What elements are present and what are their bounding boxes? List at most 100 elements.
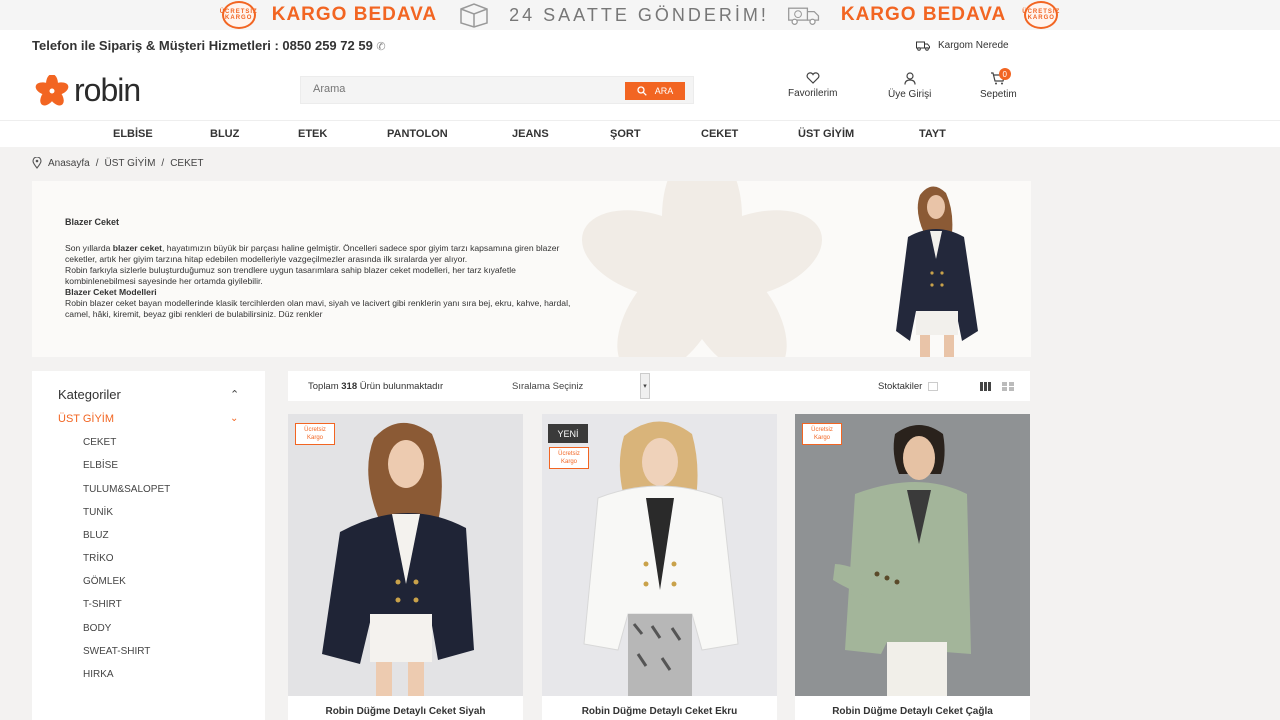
hero-paragraph-1: Son yıllarda blazer ceket, hayatımızın b… <box>65 243 585 265</box>
promo-24h-text: 24 SAATTE GÖNDERİM! <box>509 4 769 25</box>
sidebar-item-hirka[interactable]: HIRKA <box>83 669 114 680</box>
hero-p1-pre: Son yıllarda <box>65 243 113 253</box>
in-stock-label: Stoktakiler <box>878 381 923 392</box>
product-name[interactable]: Robin Düğme Detaylı Ceket Siyah <box>288 706 523 717</box>
in-stock-checkbox[interactable] <box>928 382 939 391</box>
cart-label: Sepetim <box>980 89 1017 100</box>
info-bar: Telefon ile Sipariş & Müşteri Hizmetleri… <box>0 30 1280 62</box>
category-hero: Blazer Ceket Son yıllarda blazer ceket, … <box>32 181 1031 357</box>
logo-text: robin <box>74 72 141 108</box>
user-icon <box>904 72 916 85</box>
sidebar-item-tulum-salopet[interactable]: TULUM&SALOPET <box>83 484 170 495</box>
cart-count-badge: 0 <box>998 68 1011 80</box>
total-prefix: Toplam <box>308 381 339 392</box>
sidebar-item-triko[interactable]: TRİKO <box>83 553 114 564</box>
main-nav: ELBİSE BLUZ ETEK PANTOLON JEANS ŞORT CEK… <box>0 120 1280 147</box>
promo-24h: 24 SAATTE GÖNDERİM! <box>457 2 821 28</box>
hero-title: Blazer Ceket <box>65 217 120 227</box>
site-header: robin ARA Favorilerim Üye Girişi 0 <box>0 62 1280 120</box>
sidebar-item-ust-giyim[interactable]: ÜST GİYİM <box>58 413 114 425</box>
breadcrumb-ceket: CEKET <box>170 157 204 169</box>
promo-kargo-text: KARGO BEDAVA <box>271 4 438 25</box>
nav-item-etek[interactable]: ETEK <box>298 128 327 140</box>
track-order-link[interactable]: Kargom Nerede <box>916 40 1009 51</box>
favorites-label: Favorilerim <box>788 88 838 99</box>
product-card[interactable]: Ücretsiz Kargo Robin Düğme Detaylı Ceket… <box>288 414 523 720</box>
phone-info: Telefon ile Sipariş & Müşteri Hizmetleri… <box>32 38 386 53</box>
sort-select[interactable]: Sıralama Seçiniz ▾ <box>504 371 650 401</box>
nav-item-sort[interactable]: ŞORT <box>610 128 641 140</box>
nav-item-bluz[interactable]: BLUZ <box>210 128 239 140</box>
delivery-truck-icon <box>787 7 819 25</box>
login-label: Üye Girişi <box>888 89 932 100</box>
flower-logo-icon <box>35 74 69 105</box>
total-suffix: Ürün bulunmaktadır <box>359 381 444 392</box>
sidebar-item-ceket[interactable]: CEKET <box>83 437 116 448</box>
favorites-button[interactable]: Favorilerim <box>788 72 837 99</box>
breadcrumb-home[interactable]: Anasayfa <box>48 158 90 169</box>
category-sidebar: Kategoriler ⌃ ÜST GİYİM ⌄ CEKET ELBİSE T… <box>32 371 265 720</box>
sidebar-item-bluz[interactable]: BLUZ <box>83 530 109 541</box>
nav-item-ceket[interactable]: CEKET <box>701 128 738 140</box>
product-card[interactable]: Ücretsiz Kargo Robin Düğme Detaylı Ceket… <box>795 414 1030 720</box>
list-view-icon[interactable] <box>1002 382 1014 391</box>
search-button[interactable]: ARA <box>625 82 685 100</box>
breadcrumb-separator: / <box>161 157 165 169</box>
product-image[interactable] <box>795 414 1030 696</box>
search-input[interactable] <box>313 83 613 95</box>
free-shipping-badge-icon: ÜCRETSİZ KARGO <box>1022 1 1059 29</box>
breadcrumb: Anasayfa / ÜST GİYİM / CEKET <box>32 157 204 169</box>
heart-icon <box>806 72 820 84</box>
truck-icon <box>916 41 930 51</box>
cart-button[interactable]: 0 Sepetim <box>980 68 1017 100</box>
sort-label: Sıralama Seçiniz <box>512 381 584 392</box>
free-shipping-badge-icon: ÜCRETSİZ KARGO <box>220 1 257 29</box>
location-pin-icon <box>32 157 42 169</box>
product-name[interactable]: Robin Düğme Detaylı Ceket Ekru <box>542 706 777 717</box>
breadcrumb-separator: / <box>95 157 99 169</box>
total-count: 318 <box>341 381 358 392</box>
nav-item-ust-giyim[interactable]: ÜST GİYİM <box>798 128 854 140</box>
product-toolbar: Toplam 318 Ürün bulunmaktadır Sıralama S… <box>288 371 1030 401</box>
hero-description: Blazer Ceket Son yıllarda blazer ceket, … <box>65 217 585 320</box>
grid-view-icon[interactable] <box>980 382 991 391</box>
robin-logo[interactable]: robin <box>32 72 141 109</box>
login-button[interactable]: Üye Girişi <box>888 72 931 100</box>
track-order-label: Kargom Nerede <box>938 40 1009 51</box>
sidebar-item-t-shirt[interactable]: T-SHIRT <box>83 599 122 610</box>
sidebar-item-gomlek[interactable]: GÖMLEK <box>83 576 126 587</box>
chevron-down-icon[interactable]: ⌄ <box>230 413 238 424</box>
free-shipping-badge: Ücretsiz Kargo <box>802 423 842 445</box>
promo-kargo-text: KARGO BEDAVA <box>840 4 1007 25</box>
free-shipping-badge: Ücretsiz Kargo <box>549 447 589 469</box>
sidebar-item-body[interactable]: BODY <box>83 623 111 634</box>
hero-p1-bold: blazer ceket <box>112 243 162 253</box>
promo-banner: ÜCRETSİZ KARGO KARGO BEDAVA 24 SAATTE GÖ… <box>0 0 1280 30</box>
promo-free-shipping-left: ÜCRETSİZ KARGO KARGO BEDAVA <box>220 1 457 29</box>
product-card[interactable]: YENİ Ücretsiz Kargo Robin Düğme Detaylı … <box>542 414 777 720</box>
categories-heading: Kategoriler <box>58 387 121 402</box>
hero-model-image <box>882 181 992 357</box>
new-badge: YENİ <box>548 424 588 443</box>
search-icon <box>637 86 647 96</box>
sidebar-item-elbise[interactable]: ELBİSE <box>83 460 118 471</box>
sidebar-item-sweat-shirt[interactable]: SWEAT-SHIRT <box>83 646 150 657</box>
promo-free-shipping-right: KARGO BEDAVA ÜCRETSİZ KARGO <box>821 1 1059 29</box>
product-image[interactable] <box>288 414 523 696</box>
product-name[interactable]: Robin Düğme Detaylı Ceket Çağla <box>795 706 1030 717</box>
box-icon <box>460 3 488 28</box>
phone-icon: ✆ <box>376 41 386 53</box>
phone-text: Telefon ile Sipariş & Müşteri Hizmetleri… <box>32 38 373 53</box>
nav-item-tayt[interactable]: TAYT <box>919 128 946 140</box>
breadcrumb-ust-giyim[interactable]: ÜST GİYİM <box>104 158 155 169</box>
search-box: ARA <box>300 76 694 104</box>
hero-paragraph-2: Robin farkıyla sizlerle buluşturduğumuz … <box>65 265 516 286</box>
in-stock-filter[interactable]: Stoktakiler <box>878 381 939 392</box>
flower-watermark-icon <box>581 181 823 357</box>
chevron-up-icon[interactable]: ⌃ <box>230 388 239 401</box>
nav-item-jeans[interactable]: JEANS <box>512 128 549 140</box>
nav-item-elbise[interactable]: ELBİSE <box>113 128 153 140</box>
sidebar-item-tunik[interactable]: TUNİK <box>83 507 113 518</box>
sort-dropdown-arrow-icon[interactable]: ▾ <box>640 373 650 399</box>
nav-item-pantolon[interactable]: PANTOLON <box>387 128 448 140</box>
